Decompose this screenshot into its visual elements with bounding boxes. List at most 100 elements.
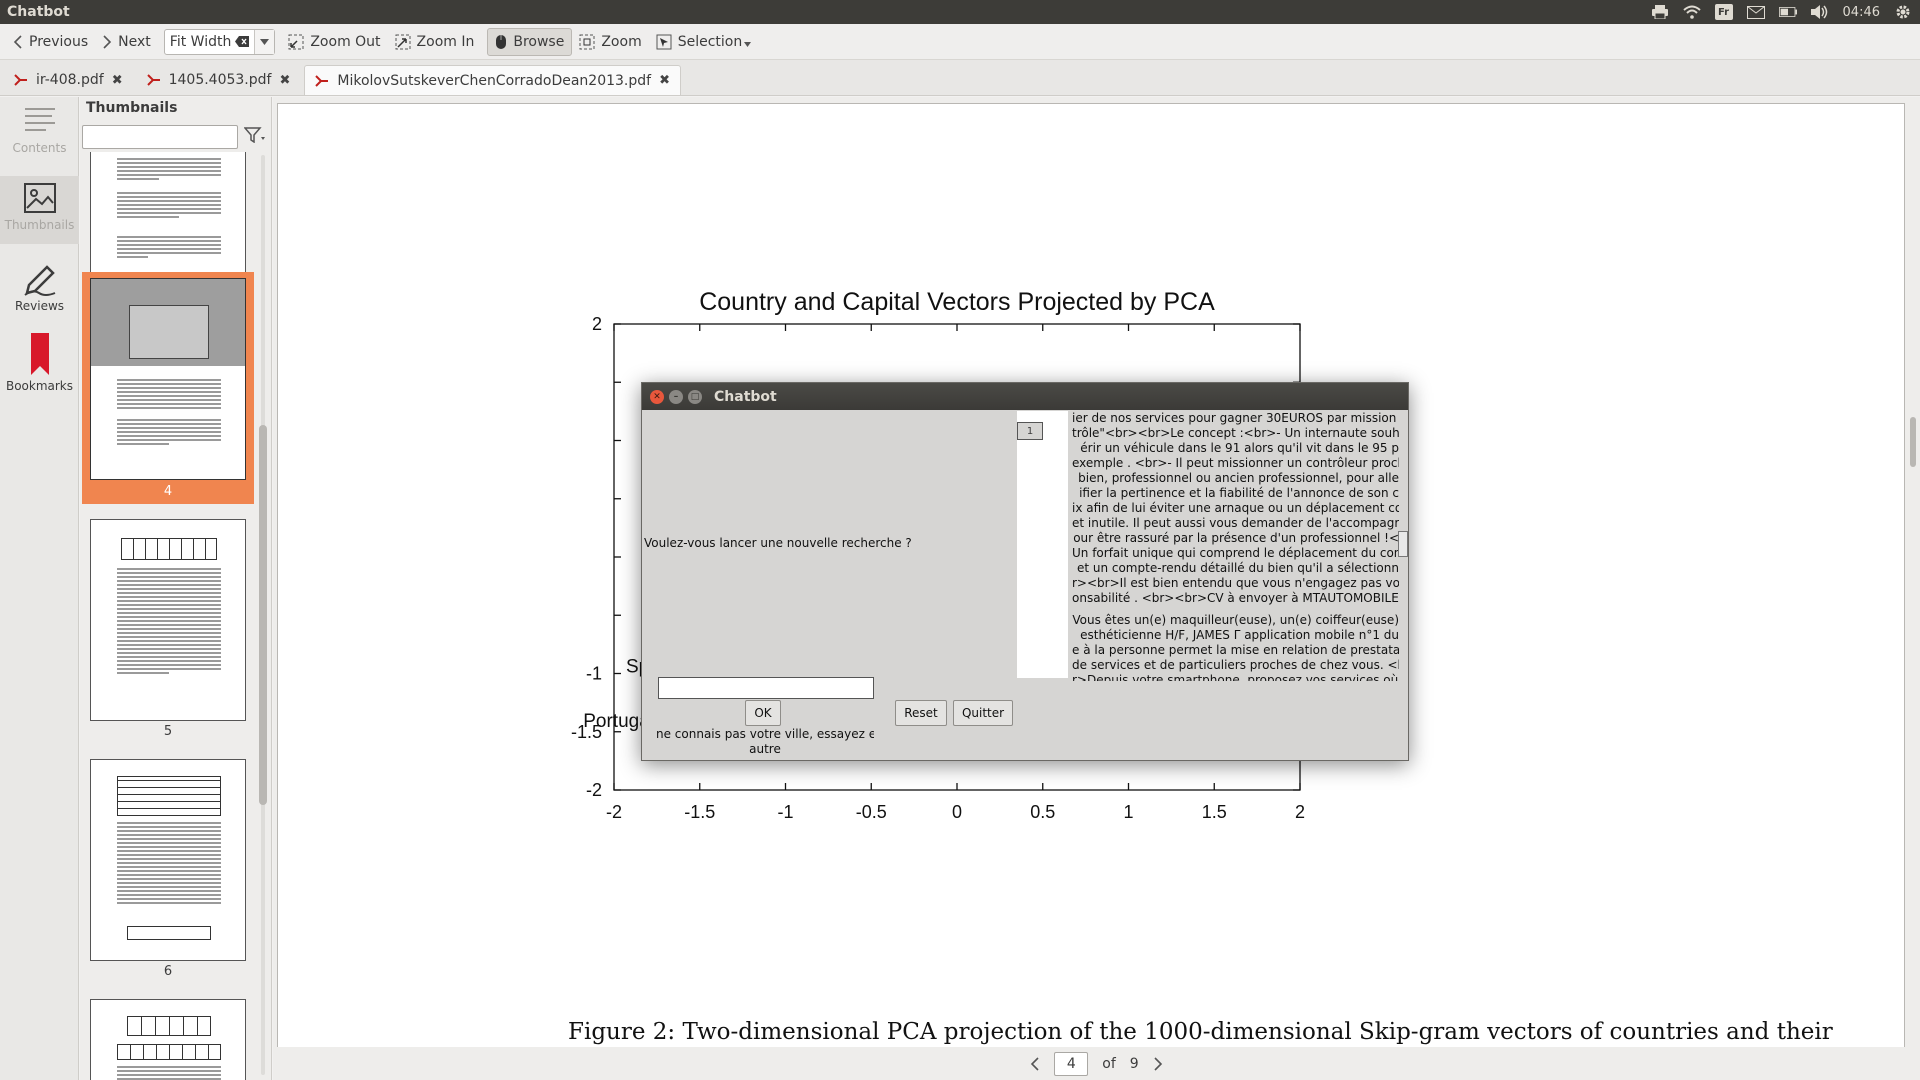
chevron-left-icon — [13, 34, 22, 49]
dialog-titlebar[interactable]: ✕ – □ Chatbot — [642, 383, 1408, 410]
result-line: r>Depuis votre smartphone, proposez vos … — [1072, 673, 1399, 681]
thumbnail-page-number: 6 — [163, 964, 173, 979]
next-page-icon[interactable] — [1153, 1056, 1163, 1071]
y-tick-label: 2 — [592, 314, 602, 334]
zoom-out-button[interactable]: Zoom Out — [281, 28, 387, 56]
zoom-region-icon — [579, 34, 595, 49]
zoom-dropdown-button[interactable] — [254, 29, 275, 54]
result-gap — [1072, 606, 1399, 613]
browse-label: Browse — [513, 33, 565, 50]
thumbnail-page-number: 5 — [163, 724, 173, 739]
filter-icon[interactable] — [244, 127, 266, 143]
scrollbar-thumb[interactable] — [1910, 417, 1916, 467]
clock[interactable]: 04:46 — [1843, 5, 1880, 20]
next-label: Next — [118, 33, 151, 50]
result-line: Un forfait unique qui comprend le déplac… — [1072, 546, 1399, 560]
gear-icon[interactable] — [1894, 5, 1912, 19]
result-line: esthéticienne H/F, JAMES Γ application m… — [1080, 628, 1399, 642]
chatbot-question: Voulez-vous lancer une nouvelle recherch… — [644, 536, 912, 550]
selection-label: Selection — [677, 33, 743, 50]
chatbot-status-text: ne connais pas votre ville, essayez en u… — [656, 727, 874, 757]
wifi-icon[interactable] — [1682, 5, 1701, 19]
sidebar-item-bookmarks[interactable]: Bookmarks — [0, 333, 79, 401]
contents-label: Contents — [12, 141, 67, 155]
close-tab-icon[interactable]: ✖ — [112, 73, 123, 88]
figure-caption-label: Figure 2: — [568, 1019, 676, 1045]
result-line: exemple . <br>- Il peut missionner un co… — [1072, 456, 1399, 470]
x-tick-label: -0.5 — [856, 802, 887, 822]
chart-title: Country and Capital Vectors Projected by… — [699, 288, 1215, 316]
maximize-icon[interactable]: □ — [688, 389, 702, 404]
close-tab-icon[interactable]: ✖ — [659, 73, 670, 88]
tab-label: ir-408.pdf — [36, 72, 104, 88]
thumbnail-search-input[interactable] — [82, 125, 238, 149]
x-tick-label: -2 — [606, 802, 622, 822]
result-line: et un compte-rendu détaillé du bien qu'i… — [1076, 561, 1399, 575]
zoom-fit-combobox[interactable]: Fit Width — [163, 28, 276, 55]
minimize-icon[interactable]: – — [669, 389, 683, 404]
document-scrollbar[interactable] — [1908, 97, 1918, 1047]
battery-icon[interactable] — [1778, 5, 1797, 19]
chevron-right-icon — [103, 34, 112, 49]
bookmark-icon — [30, 333, 49, 375]
tab-ir-408[interactable]: ir-408.pdf ✖ — [4, 65, 133, 95]
tab-mikolov-2013[interactable]: MikolovSutskeverChenCorradoDean2013.pdf … — [304, 65, 681, 95]
chatbot-dialog: ✕ – □ Chatbot Voulez-vous lancer une nou… — [641, 382, 1409, 761]
sidebar-item-thumbnails[interactable]: Thumbnails — [0, 176, 79, 244]
result-list[interactable]: 1 — [1017, 411, 1068, 678]
thumbnail-page-5[interactable]: 5 — [82, 519, 254, 739]
reviews-label: Reviews — [14, 299, 65, 313]
system-top-bar: Chatbot Fr 04:46 — [0, 0, 1920, 24]
zoom-fit-value: Fit Width — [169, 33, 232, 50]
zoom-in-icon — [395, 34, 411, 49]
page-of-label: of — [1102, 1055, 1116, 1072]
printer-icon[interactable] — [1651, 5, 1669, 19]
result-text-area[interactable]: ier de nos services pour gagner 30EUROS … — [1072, 411, 1399, 681]
result-line: onsabilité . <br><br>CV à envoyer à MTAU… — [1072, 591, 1399, 605]
selection-tool-button[interactable]: Selection — [649, 28, 759, 56]
ok-button[interactable]: OK — [745, 700, 781, 726]
previous-page-icon[interactable] — [1030, 1056, 1040, 1071]
page-total: 9 — [1129, 1055, 1139, 1072]
zoom-tool-button[interactable]: Zoom — [572, 28, 648, 56]
result-line: trôle"<br><br>Le concept :<br>- Un inter… — [1072, 426, 1399, 440]
sidebar-item-contents[interactable]: Contents — [0, 105, 79, 165]
zoom-in-button[interactable]: Zoom In — [388, 28, 482, 56]
thumbnails-label: Thumbnails — [4, 218, 75, 232]
page-number-input[interactable]: 4 — [1054, 1051, 1089, 1076]
browse-tool-button[interactable]: Browse — [487, 27, 573, 56]
thumbnails-scrollbar[interactable] — [257, 155, 269, 1075]
volume-icon[interactable] — [1810, 5, 1829, 19]
next-button[interactable]: Next — [95, 28, 158, 56]
result-line: r><br>Il est bien entendu que vous n'eng… — [1072, 576, 1399, 590]
previous-button[interactable]: Previous — [6, 28, 95, 56]
page-navigator: 4 of 9 — [273, 1047, 1920, 1080]
bookmarks-label: Bookmarks — [5, 379, 74, 393]
sidebar-rail: Contents Thumbnails Reviews Bookmarks — [0, 97, 79, 1080]
keyboard-layout-indicator[interactable]: Fr — [1714, 4, 1733, 20]
mail-icon[interactable] — [1746, 5, 1765, 19]
result-line: our être rassuré par la présence d'un pr… — [1073, 531, 1399, 545]
scrollbar-thumb[interactable] — [259, 425, 267, 805]
tab-1405-4053[interactable]: 1405.4053.pdf ✖ — [137, 65, 301, 95]
results-scrollbar[interactable] — [1398, 531, 1408, 557]
chatbot-answer-input[interactable] — [658, 677, 874, 699]
figure-caption: Figure 2: Two-dimensional PCA projection… — [568, 1019, 1833, 1045]
thumbnail-page-6[interactable]: 6 — [82, 759, 254, 979]
zoom-out-label: Zoom Out — [310, 33, 381, 50]
thumbnail-page-7[interactable] — [82, 999, 254, 1080]
chevron-down-icon — [260, 38, 270, 45]
zoom-tool-label: Zoom — [601, 33, 642, 50]
thumbnail-page-number: 4 — [163, 484, 173, 499]
clear-text-icon[interactable] — [235, 36, 250, 47]
pdf-file-icon — [146, 74, 160, 86]
list-item[interactable]: 1 — [1017, 422, 1043, 440]
status-line-1: ne connais pas votre ville, essayez en u — [656, 727, 874, 741]
quit-button[interactable]: Quitter — [953, 700, 1013, 726]
thumbnail-page-4[interactable]: 4 — [82, 272, 254, 504]
close-icon[interactable]: ✕ — [650, 389, 664, 404]
image-icon — [23, 183, 56, 213]
reset-button[interactable]: Reset — [895, 700, 947, 726]
sidebar-item-reviews[interactable]: Reviews — [0, 255, 79, 323]
close-tab-icon[interactable]: ✖ — [279, 73, 290, 88]
